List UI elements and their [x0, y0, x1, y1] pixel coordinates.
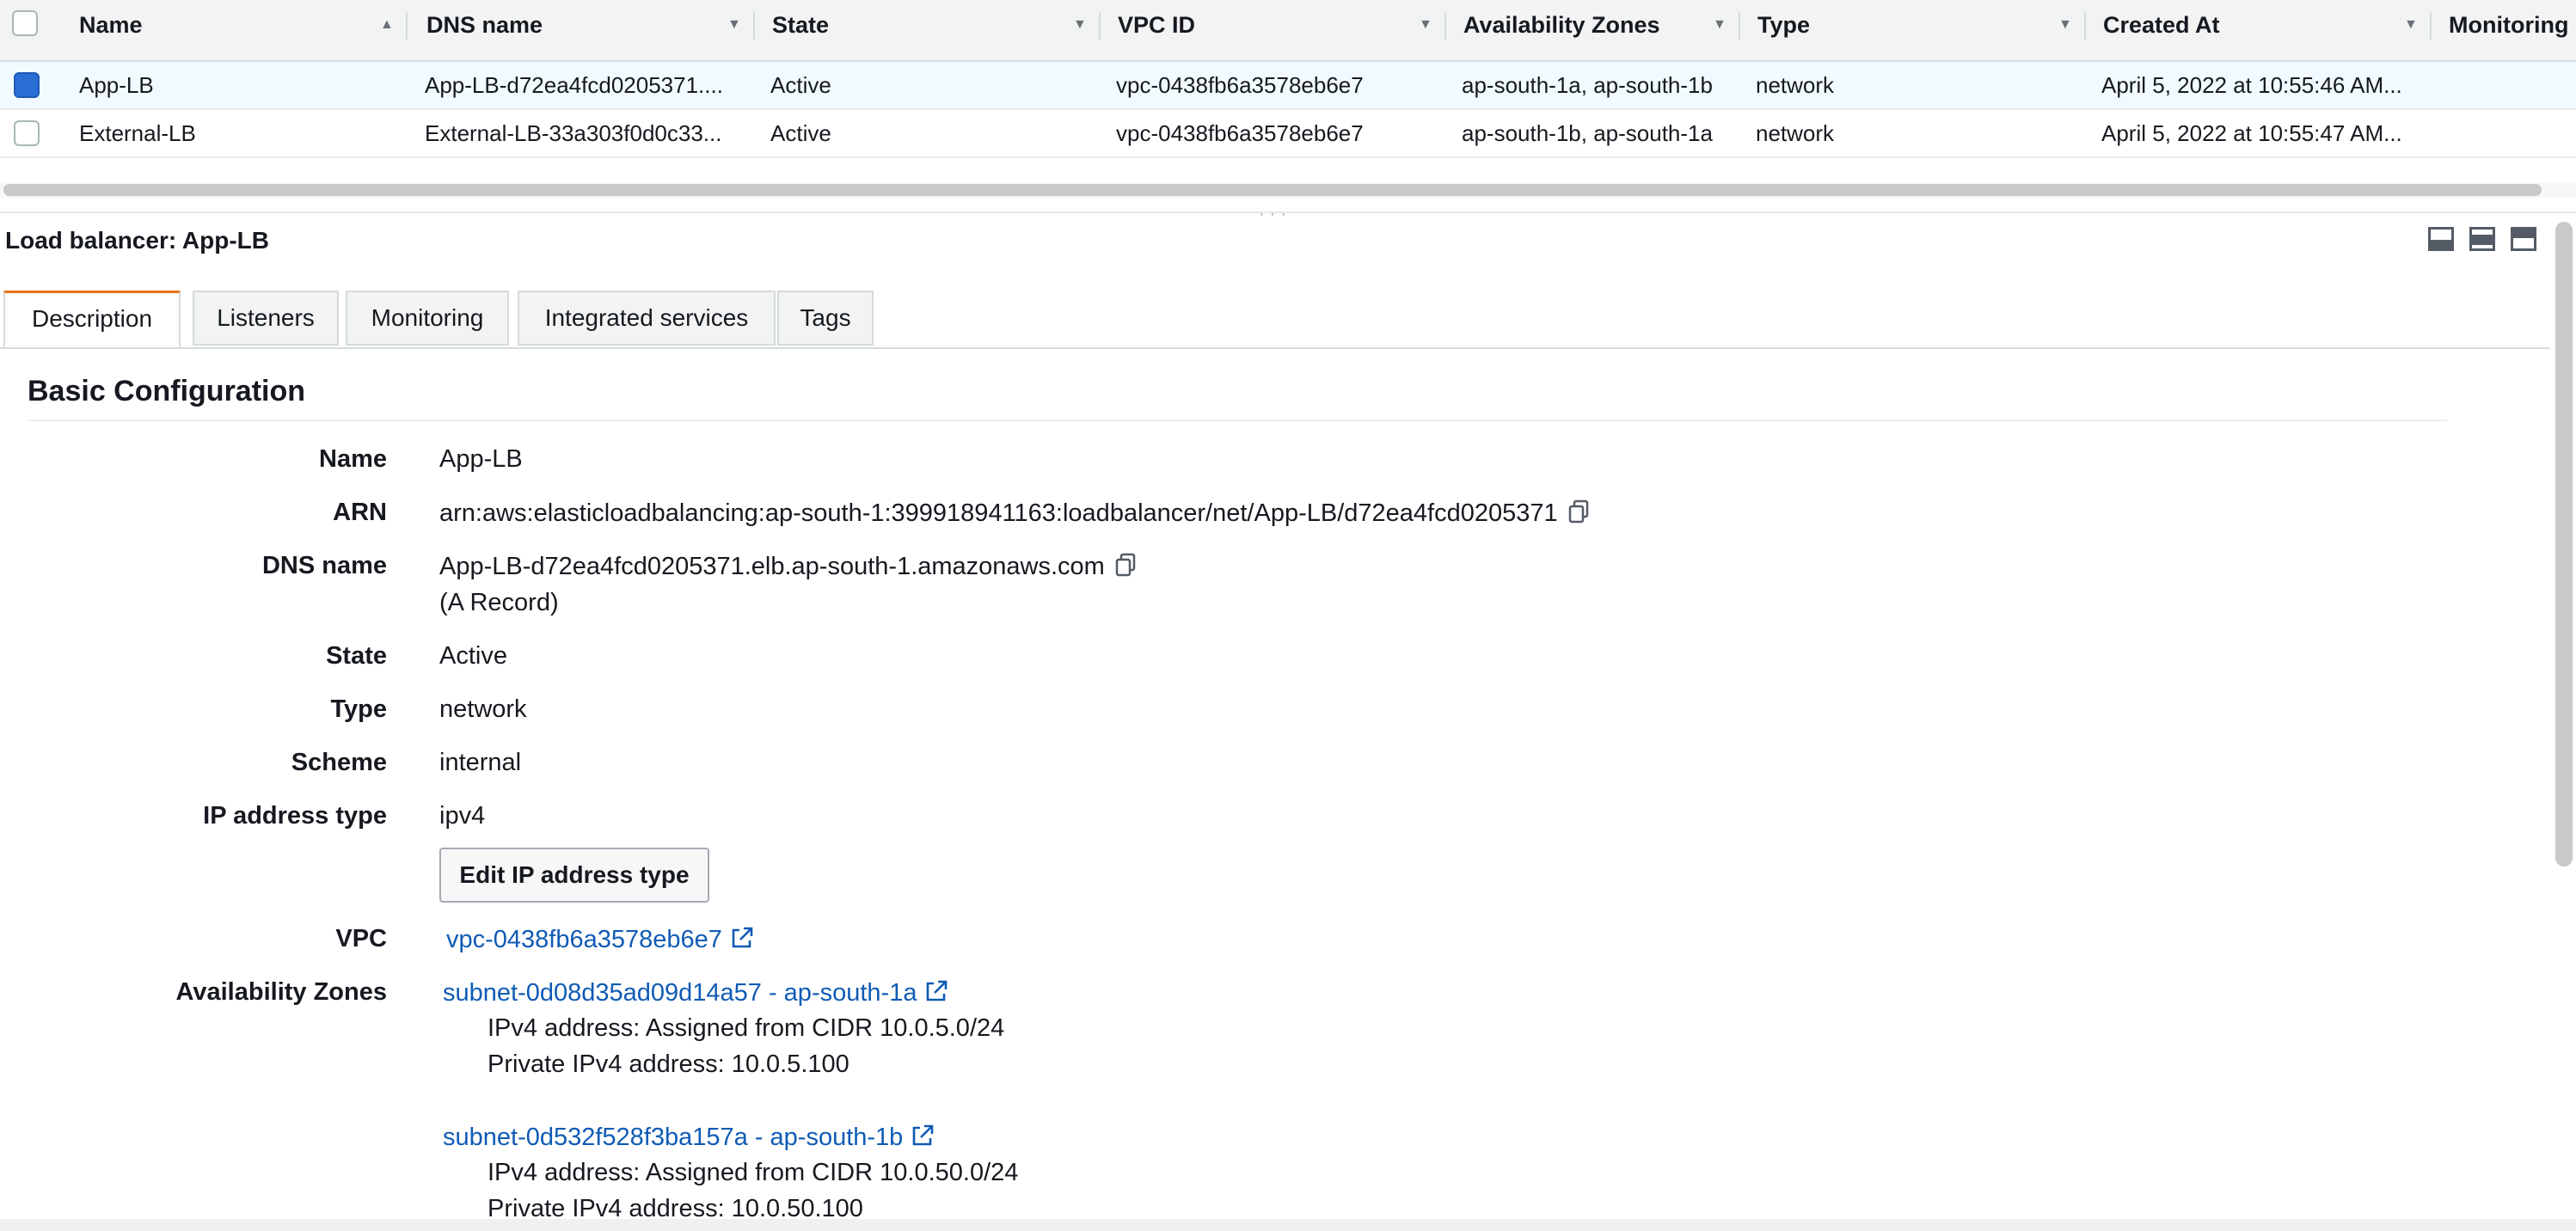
cell-vpc-id: vpc-0438fb6a3578eb6e7 [1116, 72, 1364, 98]
sort-caret-icon: ▼ [727, 17, 741, 32]
column-header-created-at[interactable]: Created At ▼ [2086, 0, 2432, 60]
label-name: Name [319, 445, 387, 473]
column-header-availability-zones[interactable]: Availability Zones ▼ [1446, 0, 1740, 60]
vpc-link[interactable]: vpc-0438fb6a3578eb6e7 [446, 925, 755, 954]
cell-vpc-id: vpc-0438fb6a3578eb6e7 [1116, 120, 1364, 146]
value-ip-address-type: ipv4 [439, 802, 486, 830]
panel-bottom-edge [0, 1219, 2576, 1231]
subnet-private-ipv4: Private IPv4 address: 10.0.5.100 [488, 1050, 849, 1078]
subnet-link-text[interactable]: subnet-0d532f528f3ba157a - ap-south-1b [443, 1124, 903, 1151]
tab-integrated-services[interactable]: Integrated services [518, 291, 776, 346]
table-row[interactable]: App-LB App-LB-d72ea4fcd0205371.... Activ… [0, 62, 2576, 110]
label-ip-address-type: IP address type [203, 802, 387, 830]
value-type: network [439, 695, 527, 723]
column-header-dns-name[interactable]: DNS name ▼ [409, 0, 755, 60]
value-name: App-LB [439, 445, 523, 473]
tab-listeners[interactable]: Listeners [193, 291, 339, 346]
table-header: Name ▲ DNS name ▼ State ▼ VPC ID ▼ Avail… [0, 0, 2576, 62]
cell-availability-zones: ap-south-1b, ap-south-1a [1462, 120, 1713, 146]
vertical-scrollbar-thumb[interactable] [2555, 222, 2573, 867]
external-link-icon [913, 1124, 934, 1146]
layout-bottom-icon[interactable] [2428, 227, 2454, 251]
copy-icon[interactable] [1113, 552, 1139, 578]
row-checkbox[interactable] [14, 120, 40, 146]
copy-icon[interactable] [1567, 499, 1592, 524]
edit-ip-address-type-button[interactable]: Edit IP address type [439, 848, 709, 903]
external-link-icon [927, 980, 948, 1001]
tab-monitoring[interactable]: Monitoring [346, 291, 509, 346]
sort-caret-icon: ▼ [1073, 17, 1087, 32]
label-dns-name: DNS name [261, 552, 387, 579]
subnet-link-text[interactable]: subnet-0d08d35ad09d14a57 - ap-south-1a [443, 979, 917, 1007]
label-vpc: VPC [335, 925, 387, 952]
sort-caret-icon: ▼ [2404, 17, 2418, 32]
horizontal-scrollbar-thumb[interactable] [3, 184, 2542, 196]
cell-dns-name: App-LB-d72ea4fcd0205371.... [425, 72, 723, 98]
cell-availability-zones: ap-south-1a, ap-south-1b [1462, 72, 1713, 98]
sort-asc-icon: ▲ [380, 17, 394, 32]
column-header-type[interactable]: Type ▼ [1740, 0, 2086, 60]
cell-state: Active [770, 120, 831, 146]
cell-created-at: April 5, 2022 at 10:55:47 AM... [2101, 120, 2402, 146]
column-header-monitoring[interactable]: Monitoring [2432, 0, 2576, 60]
cell-name: External-LB [79, 120, 196, 146]
dns-record-type: (A Record) [439, 589, 559, 616]
select-all-checkbox[interactable] [12, 10, 38, 36]
dns-text: App-LB-d72ea4fcd0205371.elb.ap-south-1.a… [439, 553, 1105, 580]
column-header-vpc-id[interactable]: VPC ID ▼ [1101, 0, 1446, 60]
label-availability-zones: Availability Zones [175, 978, 388, 1006]
subnet-link[interactable]: subnet-0d532f528f3ba157a - ap-south-1b [443, 1123, 935, 1152]
column-divider[interactable] [406, 12, 408, 40]
splitter-grip-icon[interactable]: ··· [1259, 205, 1291, 223]
value-scheme: internal [439, 749, 522, 776]
cell-state: Active [770, 72, 831, 98]
subnet-ipv4-assignment: IPv4 address: Assigned from CIDR 10.0.5.… [488, 1014, 1005, 1042]
label-arn: ARN [333, 499, 387, 526]
arn-text: arn:aws:elasticloadbalancing:ap-south-1:… [439, 499, 1558, 527]
detail-panel-title: Load balancer: App-LB [5, 227, 269, 254]
layout-middle-icon[interactable] [2469, 227, 2495, 251]
value-arn: arn:aws:elasticloadbalancing:ap-south-1:… [439, 499, 1592, 528]
vpc-link-text[interactable]: vpc-0438fb6a3578eb6e7 [446, 926, 722, 953]
layout-top-icon[interactable] [2511, 227, 2536, 251]
column-header-state[interactable]: State ▼ [755, 0, 1101, 60]
subnet-ipv4-assignment: IPv4 address: Assigned from CIDR 10.0.50… [488, 1159, 1019, 1186]
cell-name: App-LB [79, 72, 154, 98]
tab-description[interactable]: Description [3, 291, 181, 349]
row-checkbox[interactable] [14, 72, 40, 98]
external-link-icon [732, 927, 753, 948]
section-title: Basic Configuration [28, 375, 306, 407]
label-type: Type [330, 695, 387, 723]
section-divider [28, 420, 2447, 421]
tabs-baseline [0, 347, 2550, 349]
cell-type: network [1756, 72, 1835, 98]
sort-caret-icon: ▼ [1419, 17, 1432, 32]
cell-type: network [1756, 120, 1835, 146]
label-state: State [326, 642, 387, 670]
subnet-link[interactable]: subnet-0d08d35ad09d14a57 - ap-south-1a [443, 978, 949, 1007]
table-row[interactable]: External-LB External-LB-33a303f0d0c33...… [0, 110, 2576, 158]
sort-caret-icon: ▼ [1713, 17, 1727, 32]
value-dns-name: App-LB-d72ea4fcd0205371.elb.ap-south-1.a… [439, 552, 1139, 581]
label-scheme: Scheme [291, 749, 387, 776]
tab-tags[interactable]: Tags [777, 291, 874, 346]
column-header-name[interactable]: Name ▲ [62, 0, 408, 60]
cell-dns-name: External-LB-33a303f0d0c33... [425, 120, 722, 146]
value-state: Active [439, 642, 507, 670]
sort-caret-icon: ▼ [2058, 17, 2072, 32]
panel-layout-controls [2428, 227, 2536, 251]
cell-created-at: April 5, 2022 at 10:55:46 AM... [2101, 72, 2402, 98]
